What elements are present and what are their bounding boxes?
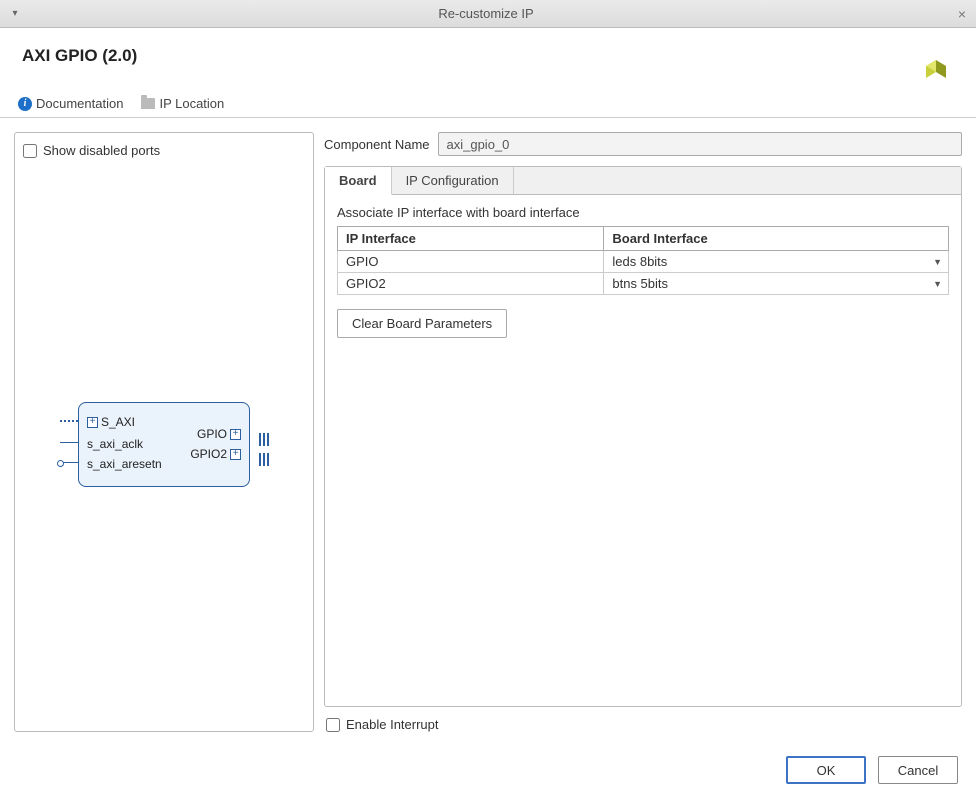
interface-table: IP Interface Board Interface GPIO leds 8…	[337, 226, 949, 295]
clear-board-parameters-button[interactable]: Clear Board Parameters	[337, 309, 507, 338]
associate-label: Associate IP interface with board interf…	[337, 205, 949, 220]
ok-button[interactable]: OK	[786, 756, 866, 784]
documentation-label: Documentation	[36, 96, 123, 111]
bus-wire-icon	[60, 420, 79, 422]
cell-board-interface-dropdown[interactable]: btns 5bits ▼	[604, 273, 949, 295]
cell-ip-interface: GPIO	[338, 251, 604, 273]
table-row: GPIO leds 8bits ▼	[338, 251, 949, 273]
enable-interrupt-label: Enable Interrupt	[346, 717, 439, 732]
wire-resetn-icon	[60, 462, 79, 463]
vendor-logo	[918, 46, 954, 82]
info-icon: i	[18, 97, 32, 111]
window-title: Re-customize IP	[24, 6, 948, 21]
ip-location-link[interactable]: IP Location	[141, 96, 224, 111]
header: AXI GPIO (2.0)	[0, 28, 976, 92]
bus-out-icon	[255, 453, 269, 466]
toolbar: i Documentation IP Location	[0, 92, 976, 118]
enable-interrupt-input[interactable]	[326, 718, 340, 732]
recustomize-ip-dialog: ▾ Re-customize IP × AXI GPIO (2.0) i Doc…	[0, 0, 976, 798]
tab-strip: Board IP Configuration	[325, 167, 961, 195]
cell-board-interface-dropdown[interactable]: leds 8bits ▼	[604, 251, 949, 273]
folder-icon	[141, 98, 155, 109]
symbol-panel: Show disabled ports + S_AXI s_axi_aclk	[14, 132, 314, 732]
config-panel: Component Name Board IP Configuration As…	[324, 132, 962, 732]
component-name-row: Component Name	[324, 132, 962, 156]
show-disabled-ports-checkbox[interactable]: Show disabled ports	[19, 141, 309, 166]
chevron-down-icon: ▼	[933, 257, 942, 267]
port-gpio2: GPIO2 +	[190, 447, 241, 461]
tab-board-body: Associate IP interface with board interf…	[325, 195, 961, 348]
show-disabled-ports-input[interactable]	[23, 144, 37, 158]
port-gpio: GPIO +	[197, 427, 241, 441]
table-row: GPIO2 btns 5bits ▼	[338, 273, 949, 295]
wire-icon	[60, 442, 79, 443]
ip-location-label: IP Location	[159, 96, 224, 111]
dialog-body: Show disabled ports + S_AXI s_axi_aclk	[0, 118, 976, 746]
close-icon[interactable]: ×	[948, 6, 976, 22]
ip-title: AXI GPIO (2.0)	[22, 46, 918, 66]
port-s-axi: + S_AXI	[87, 415, 135, 429]
expand-icon[interactable]: +	[87, 417, 98, 428]
component-name-label: Component Name	[324, 137, 430, 152]
chevron-down-icon: ▼	[933, 279, 942, 289]
cell-ip-interface: GPIO2	[338, 273, 604, 295]
documentation-link[interactable]: i Documentation	[18, 96, 123, 111]
tab-board[interactable]: Board	[325, 167, 392, 195]
col-ip-interface: IP Interface	[338, 227, 604, 251]
show-disabled-ports-label: Show disabled ports	[43, 143, 160, 158]
expand-icon[interactable]: +	[230, 429, 241, 440]
expand-icon[interactable]: +	[230, 449, 241, 460]
titlebar-menu-icon[interactable]: ▾	[0, 8, 24, 19]
tab-ip-configuration[interactable]: IP Configuration	[392, 167, 514, 194]
cancel-button[interactable]: Cancel	[878, 756, 958, 784]
ip-symbol-area: + S_AXI s_axi_aclk s_axi_aresetn GPIO +	[19, 166, 309, 723]
enable-interrupt-checkbox[interactable]: Enable Interrupt	[324, 717, 962, 732]
tabs-container: Board IP Configuration Associate IP inte…	[324, 166, 962, 707]
dialog-footer: OK Cancel	[0, 746, 976, 798]
port-s-axi-aresetn: s_axi_aresetn	[87, 457, 162, 471]
col-board-interface: Board Interface	[604, 227, 949, 251]
bus-out-icon	[255, 433, 269, 446]
port-s-axi-aclk: s_axi_aclk	[87, 437, 143, 451]
ip-block: + S_AXI s_axi_aclk s_axi_aresetn GPIO +	[78, 402, 250, 487]
component-name-input[interactable]	[438, 132, 963, 156]
titlebar: ▾ Re-customize IP ×	[0, 0, 976, 28]
